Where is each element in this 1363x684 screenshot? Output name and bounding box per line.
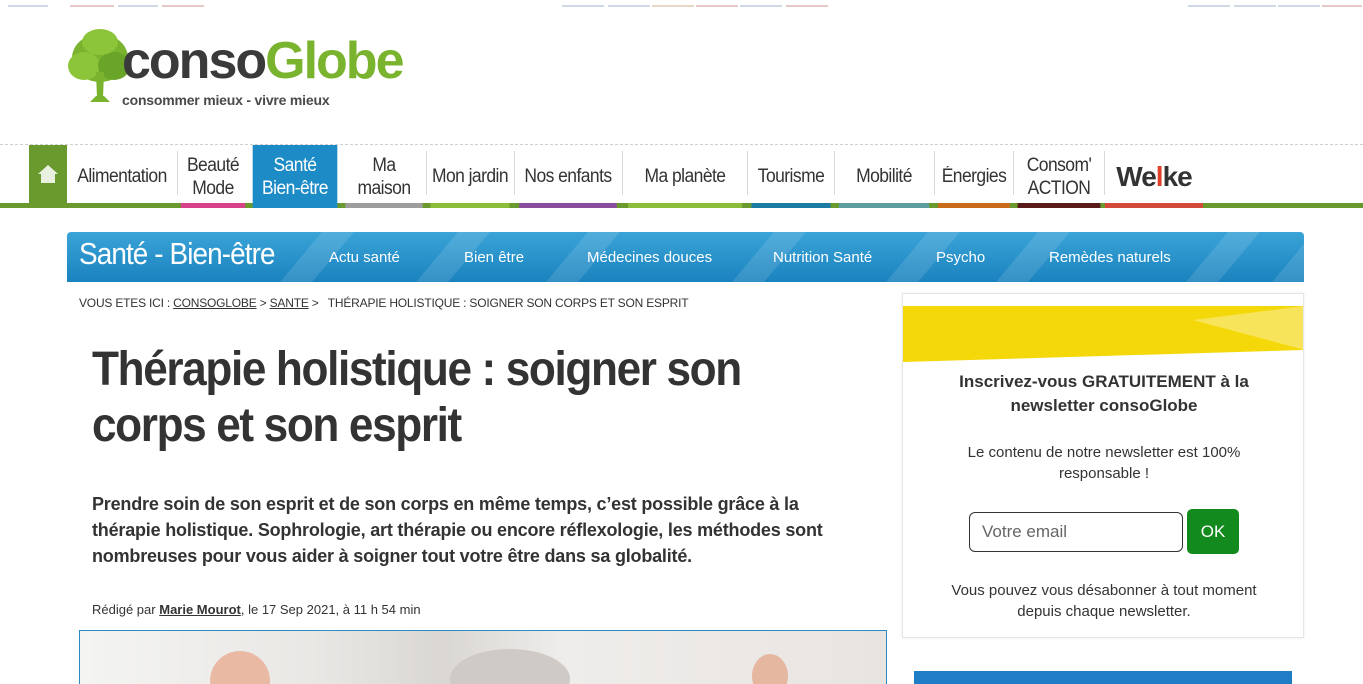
article-lead: Prendre soin de son esprit et de son cor…: [92, 494, 823, 566]
nav-home[interactable]: [29, 145, 67, 203]
house-icon: [38, 165, 58, 183]
nav-item-beaute-mode[interactable]: Beauté Mode: [180, 145, 246, 208]
article-title: Thérapie holistique : soigner son corps …: [92, 343, 742, 452]
nav-item-welike[interactable]: Welke: [1105, 145, 1203, 208]
welike-logo: Welke: [1116, 161, 1192, 192]
newsletter-email-input[interactable]: [969, 512, 1183, 552]
section-banner: Santé - Bien-être Actu santé Bien être M…: [67, 232, 1304, 282]
section-title[interactable]: Santé - Bien-être: [79, 236, 276, 272]
newsletter-title: Inscrivez-vous GRATUITEMENT à la newslet…: [959, 372, 1249, 415]
newsletter-footer: Vous pouvez vous désabonner à tout momen…: [951, 582, 1257, 620]
section-link-medecines-douces[interactable]: Médecines douces: [587, 249, 712, 266]
article-hero-image: [79, 630, 887, 684]
nav-item-alimentation[interactable]: Alimentation: [74, 145, 170, 208]
breadcrumb-link-sante[interactable]: SANTE: [270, 296, 309, 310]
newsletter-submit-button[interactable]: OK: [1187, 509, 1239, 554]
breadcrumb-link-consoglobe[interactable]: CONSOGLOBE: [173, 296, 257, 310]
section-link-actu-sante[interactable]: Actu santé: [329, 249, 400, 266]
breadcrumb: VOUS ETES ICI : CONSOGLOBE > SANTE > THÉ…: [79, 296, 689, 310]
newsletter-text: Le contenu de notre newsletter est 100% …: [967, 444, 1241, 482]
section-link-psycho[interactable]: Psycho: [936, 249, 985, 266]
nav-item-ma-maison[interactable]: Ma maison: [345, 145, 423, 208]
newsletter-box: Inscrivez-vous GRATUITEMENT à la newslet…: [902, 293, 1304, 638]
nav-item-nos-enfants[interactable]: Nos enfants: [519, 145, 617, 208]
site-logo[interactable]: consoGlobe consommer mieux - vivre mieux: [66, 26, 404, 116]
sidebar-next-block: [914, 671, 1292, 684]
nav-item-mon-jardin[interactable]: Mon jardin: [430, 145, 510, 208]
breadcrumb-current: THÉRAPIE HOLISTIQUE : SOIGNER SON CORPS …: [327, 296, 689, 310]
nav-item-tourisme[interactable]: Tourisme: [751, 145, 831, 208]
section-link-bien-etre[interactable]: Bien être: [464, 249, 524, 266]
logo-tagline: consommer mieux - vivre mieux: [122, 92, 330, 108]
nav-item-ma-planete[interactable]: Ma planète: [627, 145, 743, 208]
logo-wordmark: consoGlobe: [122, 32, 404, 90]
author-link[interactable]: Marie Mourot: [159, 602, 241, 617]
main-nav: Alimentation Beauté Mode Santé Bien-être M…: [0, 144, 1363, 208]
article-byline: Rédigé par Marie Mourot, le 17 Sep 2021,…: [92, 602, 421, 617]
section-link-remedes-naturels[interactable]: Remèdes naturels: [1049, 249, 1171, 266]
newsletter-banner-shape: [903, 306, 1303, 362]
nav-item-energies[interactable]: Énergies: [938, 145, 1010, 208]
nav-item-sante-bien-etre[interactable]: Santé Bien-être: [252, 145, 338, 208]
nav-item-mobilite[interactable]: Mobilité: [838, 145, 930, 208]
nav-item-consom-action[interactable]: Consom' ACTION: [1017, 145, 1101, 208]
section-link-nutrition-sante[interactable]: Nutrition Santé: [773, 249, 872, 266]
breadcrumb-prefix: VOUS ETES ICI :: [79, 296, 171, 310]
